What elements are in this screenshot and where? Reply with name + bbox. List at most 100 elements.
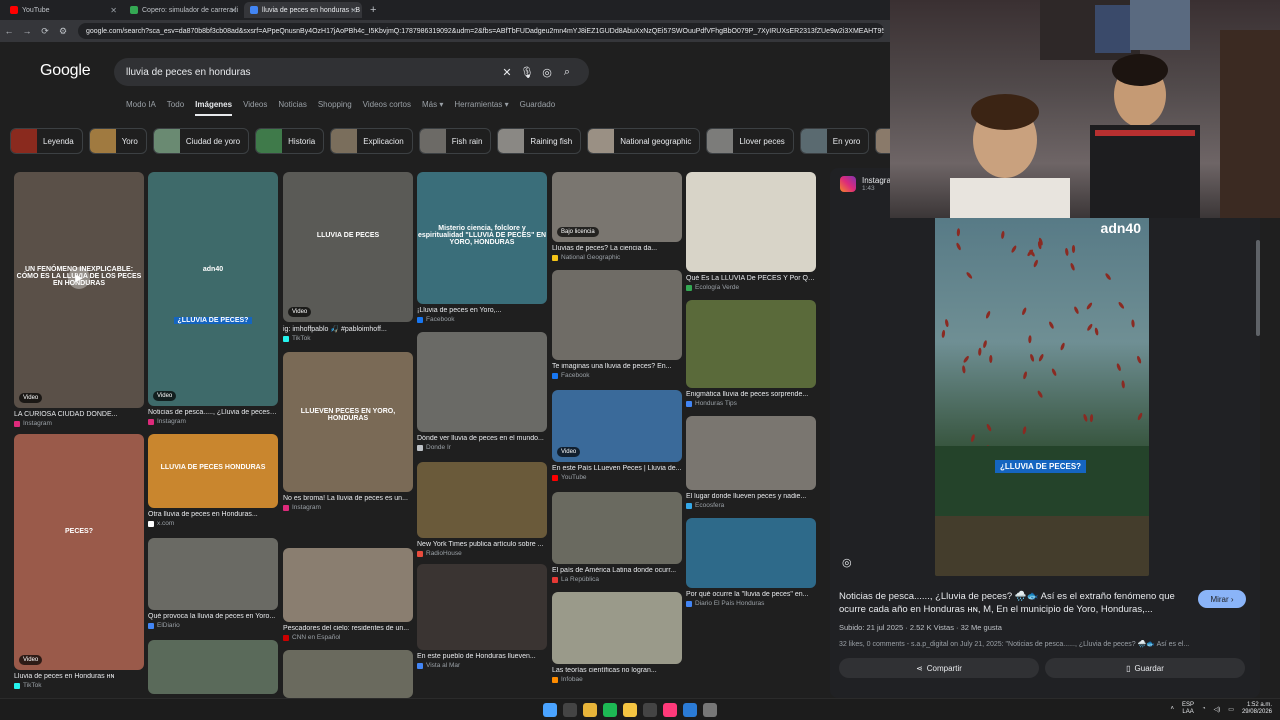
search-input[interactable]: lluvia de peces en honduras	[126, 67, 497, 78]
result-thumbnail[interactable]	[148, 538, 278, 610]
image-result[interactable]: LLUVIA DE PECES HONDURAS Otra lluvia de p…	[148, 434, 278, 527]
result-title[interactable]: Te imaginas una lluvia de peces? En...	[552, 363, 682, 370]
preview-video[interactable]: adn40 ¿LLUVIA DE PECES?	[935, 216, 1149, 576]
search-tab[interactable]: Más ▾	[422, 100, 443, 116]
image-result[interactable]: Pescadores del cielo: residentes de un..…	[283, 548, 413, 641]
result-thumbnail[interactable]	[686, 518, 816, 588]
result-title[interactable]: Dónde ver lluvia de peces en el mundo...	[417, 435, 547, 442]
search-icon[interactable]: ⌕	[557, 66, 577, 79]
search-tab[interactable]: Noticias	[278, 100, 306, 116]
result-title[interactable]: Qué provoca la lluvia de peces en Yoro..…	[148, 613, 278, 620]
result-title[interactable]: Lluvia de peces en Honduras ʜɴ	[14, 673, 144, 680]
url-field[interactable]: google.com/search?sca_esv=da870b8bf3cb08…	[78, 23, 884, 39]
search-tab[interactable]: Guardado	[520, 100, 556, 116]
result-source[interactable]: Facebook	[552, 372, 682, 379]
file-explorer-icon[interactable]	[623, 703, 637, 717]
result-thumbnail[interactable]	[417, 462, 547, 538]
result-source[interactable]: Infobae	[552, 676, 682, 683]
result-thumbnail[interactable]	[417, 564, 547, 650]
site-info-icon[interactable]: ⚙	[54, 26, 72, 37]
result-title[interactable]: Las teorías científicas no logran...	[552, 667, 682, 674]
result-thumbnail[interactable]	[283, 650, 413, 698]
chrome-icon[interactable]	[583, 703, 597, 717]
microphone-icon[interactable]: 🎙	[517, 66, 537, 79]
clear-icon[interactable]: ✕	[497, 66, 517, 79]
share-button[interactable]: ⋖ Compartir	[839, 658, 1039, 678]
result-thumbnail[interactable]	[686, 300, 816, 388]
result-source[interactable]: Ecoosfera	[686, 502, 816, 509]
result-source[interactable]: Instagram	[148, 418, 278, 425]
image-result[interactable]: LLUVIA DE PECES Video ig: imhoffpablo 🎣 #p…	[283, 172, 413, 342]
tiktok-icon[interactable]	[663, 703, 677, 717]
related-search-chip[interactable]: Yoro	[88, 128, 147, 154]
image-result[interactable]: Bajo licencia Lluvias de peces? La cienci…	[552, 172, 682, 261]
browser-tab[interactable]: Copero: simulador de carrera li ✕	[124, 2, 242, 18]
close-icon[interactable]: ✕	[230, 6, 237, 15]
search-tab[interactable]: Modo IA	[126, 100, 156, 116]
result-title[interactable]: El lugar donde llueven peces y nadie...	[686, 493, 816, 500]
search-tab[interactable]: Herramientas ▾	[454, 100, 508, 116]
result-source[interactable]: Instagram	[14, 420, 144, 427]
result-title[interactable]: Por qué ocurre la "lluvia de peces" en..…	[686, 591, 816, 598]
close-icon[interactable]: ✕	[350, 6, 357, 15]
clock[interactable]: 1:52 a.m. 29/08/2026	[1242, 702, 1272, 716]
result-source[interactable]: La República	[552, 576, 682, 583]
search-icon[interactable]	[563, 703, 577, 717]
new-tab-icon[interactable]: +	[364, 4, 382, 16]
result-source[interactable]: ElDiario	[148, 622, 278, 629]
result-thumbnail[interactable]	[417, 332, 547, 432]
search-tab[interactable]: Shopping	[318, 100, 352, 116]
related-search-chip[interactable]: En yoro	[799, 128, 870, 154]
result-source[interactable]: Facebook	[417, 316, 547, 323]
related-search-chip[interactable]	[875, 128, 890, 154]
image-result[interactable]: Qué Es La LLUVIA De PECES Y Por Qué... Ec…	[686, 172, 816, 291]
related-search-chip[interactable]: National geographic	[587, 128, 701, 154]
watch-button[interactable]: Mirar ›	[1198, 590, 1246, 608]
image-result[interactable]: Video En este País LLueven Peces | Lluvia…	[552, 390, 682, 481]
search-tab[interactable]: Videos	[243, 100, 267, 116]
result-source[interactable]: CNN en Español	[283, 634, 413, 641]
image-result[interactable]: adn40 ¿LLUVIA DE PECES? Video Noticias de p…	[148, 172, 278, 425]
result-source[interactable]: YouTube	[552, 474, 682, 481]
lens-icon[interactable]: ◎	[537, 66, 557, 79]
result-thumbnail[interactable]	[552, 492, 682, 564]
result-title[interactable]: LA CURIOSA CIUDAD DONDE...	[14, 411, 144, 418]
windows-start-icon[interactable]	[543, 703, 557, 717]
related-search-chip[interactable]: Ciudad de yoro	[152, 128, 250, 154]
related-search-chip[interactable]: Fish rain	[418, 128, 492, 154]
result-source[interactable]: Diario El País Honduras	[686, 600, 816, 607]
result-thumbnail[interactable]	[552, 592, 682, 664]
result-thumbnail[interactable]: LLUVIA DE PECES Video	[283, 172, 413, 322]
image-result[interactable]	[148, 640, 278, 694]
language-indicator[interactable]: ESP LAA	[1182, 702, 1194, 716]
chevron-up-icon[interactable]: ˄	[1171, 706, 1175, 712]
image-result[interactable]: UN FENÓMENO INEXPLICABLE: CÓMO ES LA LLU…	[14, 172, 144, 427]
google-logo[interactable]: Google	[40, 62, 91, 80]
result-thumbnail[interactable]: LLUEVEN PECES EN YORO, HONDURAS	[283, 352, 413, 492]
image-result[interactable]: Enigmática lluvia de peces sorprende... H…	[686, 300, 816, 407]
result-title[interactable]: New York Times publica artículo sobre ..…	[417, 541, 547, 548]
result-source[interactable]: TikTok	[14, 682, 144, 689]
result-title[interactable]: Enigmática lluvia de peces sorprende...	[686, 391, 816, 398]
result-thumbnail[interactable]	[552, 270, 682, 360]
result-source[interactable]: TikTok	[283, 335, 413, 342]
image-result[interactable]	[283, 650, 413, 698]
result-source[interactable]: RadioHouse	[417, 550, 547, 557]
related-search-chip[interactable]: Leyenda	[10, 128, 83, 154]
lens-icon[interactable]: ◎	[842, 556, 852, 569]
save-button[interactable]: ▯ Guardar	[1045, 658, 1245, 678]
volume-icon[interactable]: ◁)	[1214, 706, 1221, 713]
image-result[interactable]: PECES? Video Lluvia de peces en Honduras ʜ…	[14, 434, 144, 689]
result-title[interactable]: Otra lluvia de peces en Honduras...	[148, 511, 278, 518]
result-title[interactable]: ¡Lluvia de peces en Yoro,...	[417, 307, 547, 314]
image-result[interactable]: Dónde ver lluvia de peces en el mundo...…	[417, 332, 547, 451]
image-result[interactable]: New York Times publica artículo sobre ..…	[417, 462, 547, 557]
image-result[interactable]: El lugar donde llueven peces y nadie... E…	[686, 416, 816, 509]
result-thumbnail[interactable]: adn40 ¿LLUVIA DE PECES? Video	[148, 172, 278, 406]
result-title[interactable]: Qué Es La LLUVIA De PECES Y Por Qué...	[686, 275, 816, 282]
result-source[interactable]: Ecología Verde	[686, 284, 816, 291]
result-title[interactable]: ig: imhoffpablo 🎣 #pabloimhoff...	[283, 325, 413, 333]
preview-title[interactable]: Noticias de pesca......, ¿Lluvia de pece…	[839, 590, 1199, 616]
browser-tab[interactable]: YouTube ✕	[4, 2, 122, 18]
result-source[interactable]: Vista al Mar	[417, 662, 547, 669]
